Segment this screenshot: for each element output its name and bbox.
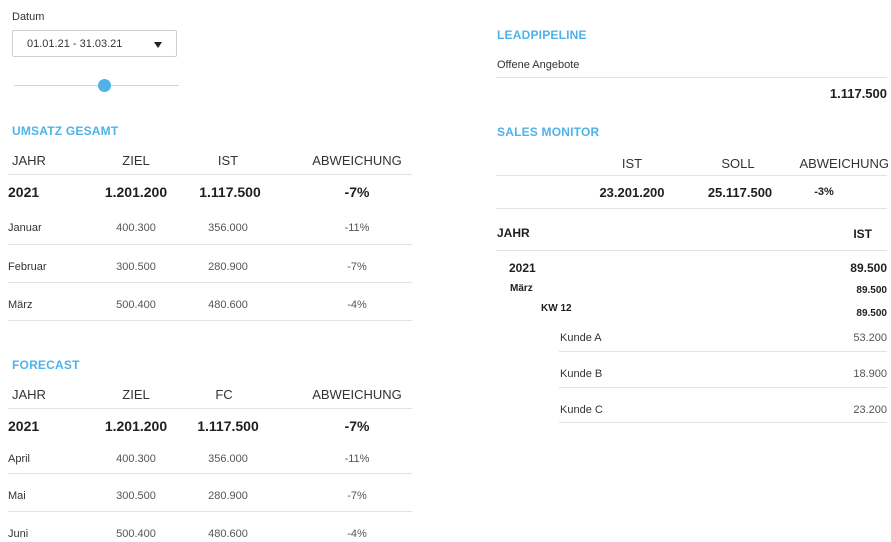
month-label: März	[8, 299, 33, 311]
customer-name: Kunde B	[560, 368, 603, 380]
divider	[8, 282, 412, 283]
divider	[496, 208, 887, 209]
month-label: Februar	[8, 261, 47, 273]
leadpipeline-title: LEADPIPELINE	[497, 28, 587, 42]
date-slider-handle[interactable]	[98, 79, 112, 92]
forecast-total-abweichung: -7%	[344, 418, 370, 434]
forecast-header-ziel: ZIEL	[122, 387, 150, 402]
tree-month-value: 89.500	[856, 285, 887, 296]
forecast-header-abweichung: ABWEICHUNG	[312, 387, 402, 402]
date-label: Datum	[12, 11, 45, 23]
umsatz-header-ist: IST	[217, 153, 239, 168]
forecast-total-fc: 1.117.500	[197, 418, 259, 434]
ziel-value: 400.300	[116, 453, 156, 465]
date-range-select[interactable]: 01.01.21 - 31.03.21	[12, 30, 177, 57]
ist-value: 356.000	[208, 222, 248, 234]
forecast-total-year: 2021	[8, 418, 40, 434]
divider	[8, 408, 412, 409]
sales-header-abweichung: ABWEICHUNG	[799, 156, 889, 171]
ziel-value: 300.500	[116, 261, 156, 273]
abweichung-value: -7%	[347, 261, 367, 273]
umsatz-header-ziel: ZIEL	[122, 153, 150, 168]
divider	[8, 244, 412, 245]
date-slider-track[interactable]	[14, 85, 179, 86]
divider	[8, 174, 412, 175]
abweichung-value: -11%	[344, 453, 370, 465]
umsatz-total-ziel: 1.201.200	[104, 184, 168, 200]
umsatz-header-jahr: JAHR	[12, 153, 46, 168]
tree-week-value: 89.500	[856, 308, 887, 319]
divider	[559, 351, 887, 352]
abweichung-value: -11%	[344, 222, 370, 234]
ist-value: 280.900	[208, 261, 248, 273]
umsatz-title: UMSATZ GESAMT	[12, 124, 119, 138]
divider	[8, 320, 412, 321]
customer-value: 23.200	[853, 404, 887, 416]
tree-header-jahr: JAHR	[497, 226, 530, 240]
fc-value: 356.000	[208, 453, 248, 465]
customer-name: Kunde A	[560, 332, 602, 344]
umsatz-total-ist: 1.117.500	[199, 184, 261, 200]
umsatz-header-abweichung: ABWEICHUNG	[312, 153, 402, 168]
sales-abweichung-value: -3%	[814, 186, 834, 198]
tree-header-ist: IST	[853, 227, 872, 241]
ziel-value: 300.500	[116, 490, 156, 502]
divider	[559, 387, 887, 388]
abweichung-value: -4%	[347, 528, 367, 540]
umsatz-total-abweichung: -7%	[344, 184, 370, 200]
divider	[496, 77, 887, 78]
divider	[496, 250, 887, 251]
sales-monitor-title: SALES MONITOR	[497, 125, 600, 139]
date-range-value: 01.01.21 - 31.03.21	[27, 38, 123, 50]
offene-angebote-label: Offene Angebote	[497, 59, 580, 71]
ziel-value: 500.400	[116, 528, 156, 540]
tree-year-label: 2021	[509, 261, 536, 275]
tree-month-label: März	[510, 283, 533, 294]
divider	[496, 175, 887, 176]
sales-header-ist: IST	[621, 156, 643, 171]
fc-value: 280.900	[208, 490, 248, 502]
month-label: Januar	[8, 222, 42, 234]
forecast-header-fc: FC	[215, 387, 233, 402]
sales-header-soll: SOLL	[721, 156, 755, 171]
forecast-header-jahr: JAHR	[12, 387, 46, 402]
forecast-title: FORECAST	[12, 358, 80, 372]
tree-year-value: 89.500	[850, 261, 887, 275]
abweichung-value: -7%	[347, 490, 367, 502]
forecast-total-ziel: 1.201.200	[104, 418, 168, 434]
divider	[8, 473, 412, 474]
divider	[559, 422, 887, 423]
sales-soll-value: 25.117.500	[707, 185, 773, 200]
customer-name: Kunde C	[560, 404, 603, 416]
ist-value: 480.600	[208, 299, 248, 311]
ziel-value: 500.400	[116, 299, 156, 311]
sales-ist-value: 23.201.200	[599, 185, 665, 200]
umsatz-total-year: 2021	[8, 184, 40, 200]
offene-angebote-value: 1.117.500	[829, 86, 887, 101]
ziel-value: 400.300	[116, 222, 156, 234]
month-label: Mai	[8, 490, 26, 502]
customer-value: 18.900	[853, 368, 887, 380]
tree-week-label: KW 12	[541, 303, 572, 314]
divider	[8, 511, 412, 512]
month-label: Juni	[8, 528, 29, 540]
month-label: April	[8, 453, 31, 465]
fc-value: 480.600	[208, 528, 248, 540]
chevron-down-icon[interactable]	[154, 42, 162, 48]
customer-value: 53.200	[853, 332, 887, 344]
abweichung-value: -4%	[347, 299, 367, 311]
